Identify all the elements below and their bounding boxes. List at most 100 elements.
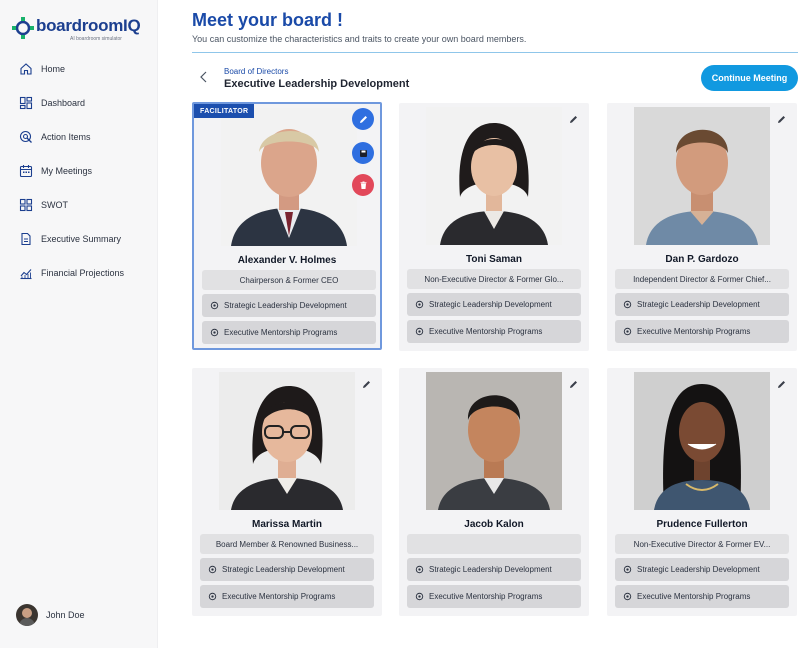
sidebar: boardroomIQ AI boardroom simulator Home …: [0, 0, 158, 648]
gear-icon: [623, 565, 632, 574]
trait-chip[interactable]: Executive Mentorship Programs: [407, 320, 581, 343]
breadcrumb-current: Executive Leadership Development: [224, 78, 410, 90]
pencil-icon: [359, 115, 367, 123]
sidebar-item-executive-summary[interactable]: Executive Summary: [0, 222, 158, 256]
save-member-button[interactable]: [352, 142, 374, 164]
gear-icon: [623, 300, 632, 309]
trait-chip[interactable]: Executive Mentorship Programs: [200, 585, 374, 608]
member-name: Dan P. Gardozo: [665, 254, 739, 265]
member-name: Toni Saman: [466, 254, 522, 265]
member-role[interactable]: [407, 534, 581, 554]
trait-label: Strategic Leadership Development: [222, 565, 345, 574]
member-role[interactable]: Independent Director & Former Chief...: [615, 269, 789, 289]
pencil-icon[interactable]: [568, 114, 579, 125]
continue-meeting-button[interactable]: Continue Meeting: [701, 65, 798, 91]
logo-tagline: AI boardroom simulator: [70, 36, 122, 42]
trait-chip[interactable]: Strategic Leadership Development: [615, 293, 789, 316]
trait-chip[interactable]: Executive Mentorship Programs: [202, 321, 376, 344]
trait-label: Executive Mentorship Programs: [224, 328, 338, 337]
logo[interactable]: boardroomIQ AI boardroom simulator: [12, 14, 152, 44]
trait-label: Executive Mentorship Programs: [222, 592, 336, 601]
breadcrumb-parent[interactable]: Board of Directors: [224, 67, 288, 76]
sidebar-item-label: Action Items: [41, 132, 91, 142]
board-member-card[interactable]: Toni Saman Non-Executive Director & Form…: [399, 103, 589, 351]
gear-icon: [210, 301, 219, 310]
sidebar-item-action-items[interactable]: Action Items: [0, 120, 158, 154]
app-window: boardroomIQ AI boardroom simulator Home …: [0, 0, 812, 648]
trait-chip[interactable]: Executive Mentorship Programs: [615, 320, 789, 343]
sidebar-item-label: Executive Summary: [41, 234, 122, 244]
trait-label: Strategic Leadership Development: [637, 565, 760, 574]
member-role[interactable]: Non-Executive Director & Former Glo...: [407, 269, 581, 289]
avatar: [16, 604, 38, 626]
board-member-card[interactable]: Jacob Kalon Strategic Leadership Develop…: [399, 368, 589, 616]
member-portrait: [634, 372, 770, 510]
trait-label: Strategic Leadership Development: [224, 301, 347, 310]
trait-chip[interactable]: Strategic Leadership Development: [615, 558, 789, 581]
sidebar-item-label: My Meetings: [41, 166, 93, 176]
member-role[interactable]: Chairperson & Former CEO: [202, 270, 376, 290]
board-member-card[interactable]: Prudence Fullerton Non-Executive Directo…: [607, 368, 797, 616]
board-member-card[interactable]: FACILITATOR Alexander V. Holmes Chairper…: [192, 102, 382, 350]
gear-icon: [415, 592, 424, 601]
board-member-card[interactable]: Marissa Martin Board Member & Renowned B…: [192, 368, 382, 616]
trait-chip[interactable]: Strategic Leadership Development: [202, 294, 376, 317]
trait-chip[interactable]: Executive Mentorship Programs: [407, 585, 581, 608]
page-title: Meet your board !: [192, 10, 344, 30]
pencil-icon[interactable]: [568, 379, 579, 390]
member-name: Jacob Kalon: [464, 519, 524, 530]
user-name: John Doe: [46, 610, 85, 620]
member-portrait: [426, 107, 562, 245]
gear-icon: [415, 565, 424, 574]
header-divider: [192, 52, 798, 53]
pencil-icon[interactable]: [776, 114, 787, 125]
member-portrait: [221, 108, 357, 246]
trait-chip[interactable]: Strategic Leadership Development: [407, 558, 581, 581]
sidebar-item-dashboard[interactable]: Dashboard: [0, 86, 158, 120]
save-icon: [359, 149, 367, 157]
document-icon: [21, 232, 31, 246]
sidebar-item-swot[interactable]: SWOT: [0, 188, 158, 222]
member-name: Alexander V. Holmes: [237, 255, 337, 266]
sidebar-item-label: Dashboard: [41, 98, 86, 108]
member-role[interactable]: Non-Executive Director & Former EV...: [615, 534, 789, 554]
trait-label: Strategic Leadership Development: [637, 300, 760, 309]
gear-icon: [210, 328, 219, 337]
pencil-icon[interactable]: [776, 379, 787, 390]
chart-icon: [20, 269, 32, 280]
member-portrait: [219, 372, 355, 510]
gear-icon: [208, 565, 217, 574]
trait-label: Strategic Leadership Development: [429, 300, 552, 309]
sidebar-item-label: Financial Projections: [41, 268, 125, 278]
edit-member-button[interactable]: [352, 108, 374, 130]
member-name: Prudence Fullerton: [656, 519, 748, 530]
action-items-icon: [19, 130, 32, 143]
gear-icon: [208, 592, 217, 601]
trait-label: Executive Mentorship Programs: [637, 592, 751, 601]
trait-chip[interactable]: Executive Mentorship Programs: [615, 585, 789, 608]
member-portrait: [426, 372, 562, 510]
trait-label: Executive Mentorship Programs: [429, 592, 543, 601]
logo-icon: [12, 17, 34, 39]
gear-icon: [415, 300, 424, 309]
sidebar-item-label: Home: [41, 64, 66, 74]
trait-chip[interactable]: Strategic Leadership Development: [407, 293, 581, 316]
sidebar-item-home[interactable]: Home: [0, 52, 158, 86]
user-profile[interactable]: John Doe: [16, 604, 85, 626]
pencil-icon[interactable]: [361, 379, 372, 390]
calendar-icon: [19, 165, 33, 178]
home-icon: [20, 63, 32, 75]
member-name: Marissa Martin: [251, 519, 323, 530]
trait-label: Strategic Leadership Development: [429, 565, 552, 574]
gear-icon: [415, 327, 424, 336]
trait-label: Executive Mentorship Programs: [637, 327, 751, 336]
sidebar-nav: Home Dashboard Action Items My Meetings …: [0, 52, 158, 290]
delete-member-button[interactable]: [352, 174, 374, 196]
swot-grid-icon: [19, 198, 33, 212]
sidebar-item-financial-projections[interactable]: Financial Projections: [0, 256, 158, 290]
trait-chip[interactable]: Strategic Leadership Development: [200, 558, 374, 581]
back-chevron-icon[interactable]: [197, 70, 211, 84]
board-member-card[interactable]: Dan P. Gardozo Independent Director & Fo…: [607, 103, 797, 351]
member-role[interactable]: Board Member & Renowned Business...: [200, 534, 374, 554]
sidebar-item-my-meetings[interactable]: My Meetings: [0, 154, 158, 188]
